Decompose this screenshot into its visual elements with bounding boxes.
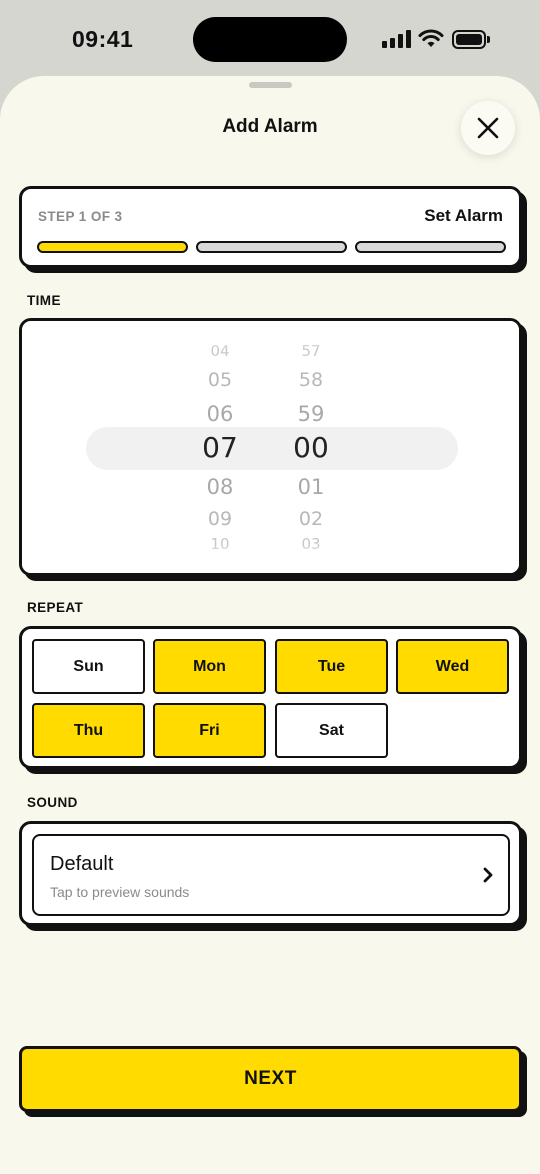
- day-toggle-tue[interactable]: Tue: [275, 639, 388, 694]
- hour-option[interactable]: 09: [185, 508, 255, 530]
- sound-name: Default: [50, 853, 114, 875]
- day-toggle-thu[interactable]: Thu: [32, 703, 145, 758]
- close-icon: [477, 117, 499, 139]
- selected-minute[interactable]: 00: [276, 431, 346, 464]
- minute-option[interactable]: 58: [276, 369, 346, 391]
- progress-segment-1: [37, 241, 188, 253]
- day-toggle-fri[interactable]: Fri: [153, 703, 266, 758]
- sound-section-label: SOUND: [27, 795, 78, 810]
- minute-wheel[interactable]: 57 58 59 00 01 02 03: [276, 321, 346, 573]
- selected-hour[interactable]: 07: [185, 431, 255, 464]
- battery-icon: [452, 30, 490, 49]
- step-label: STEP 1 OF 3: [38, 209, 123, 224]
- minute-option[interactable]: 01: [276, 475, 346, 499]
- sheet-grabber[interactable]: [249, 82, 292, 88]
- chevron-right-icon: [483, 867, 493, 883]
- picker-fade-bottom: [22, 545, 519, 573]
- day-toggle-wed[interactable]: Wed: [396, 639, 509, 694]
- sound-card: Default Tap to preview sounds: [19, 821, 522, 926]
- status-bar: 09:41: [0, 0, 540, 80]
- status-time: 09:41: [72, 26, 134, 52]
- add-alarm-sheet: Add Alarm STEP 1 OF 3 Set Alarm TIME 04 …: [0, 76, 540, 1174]
- sheet-title: Add Alarm: [222, 116, 318, 137]
- hour-wheel[interactable]: 04 05 06 07 08 09 10: [185, 321, 255, 573]
- close-button[interactable]: [461, 101, 515, 155]
- progress-segment-2: [196, 241, 347, 253]
- progress-segment-3: [355, 241, 506, 253]
- step-progress-card: STEP 1 OF 3 Set Alarm: [19, 186, 522, 268]
- repeat-section-label: REPEAT: [27, 600, 84, 615]
- day-toggle-sun[interactable]: Sun: [32, 639, 145, 694]
- time-section-label: TIME: [27, 293, 61, 308]
- minute-option[interactable]: 59: [276, 402, 346, 426]
- minute-option[interactable]: 02: [276, 508, 346, 530]
- next-button[interactable]: NEXT: [19, 1046, 522, 1112]
- step-title: Set Alarm: [424, 206, 503, 225]
- repeat-day-selector: Sun Mon Tue Wed Thu Fri Sat: [19, 626, 522, 769]
- hour-option[interactable]: 05: [185, 369, 255, 391]
- picker-fade-top: [22, 321, 519, 349]
- time-picker: 04 05 06 07 08 09 10 57 58 59 00 01 02 0…: [19, 318, 522, 576]
- sound-selector[interactable]: Default Tap to preview sounds: [32, 834, 510, 916]
- day-toggle-sat[interactable]: Sat: [275, 703, 388, 758]
- cellular-signal-icon: [382, 30, 412, 48]
- hour-option[interactable]: 06: [185, 402, 255, 426]
- wifi-icon: [418, 29, 444, 47]
- dynamic-island: [193, 17, 347, 62]
- day-toggle-mon[interactable]: Mon: [153, 639, 266, 694]
- sound-subtitle: Tap to preview sounds: [50, 884, 190, 900]
- hour-option[interactable]: 08: [185, 475, 255, 499]
- picker-selection-highlight: [86, 427, 458, 470]
